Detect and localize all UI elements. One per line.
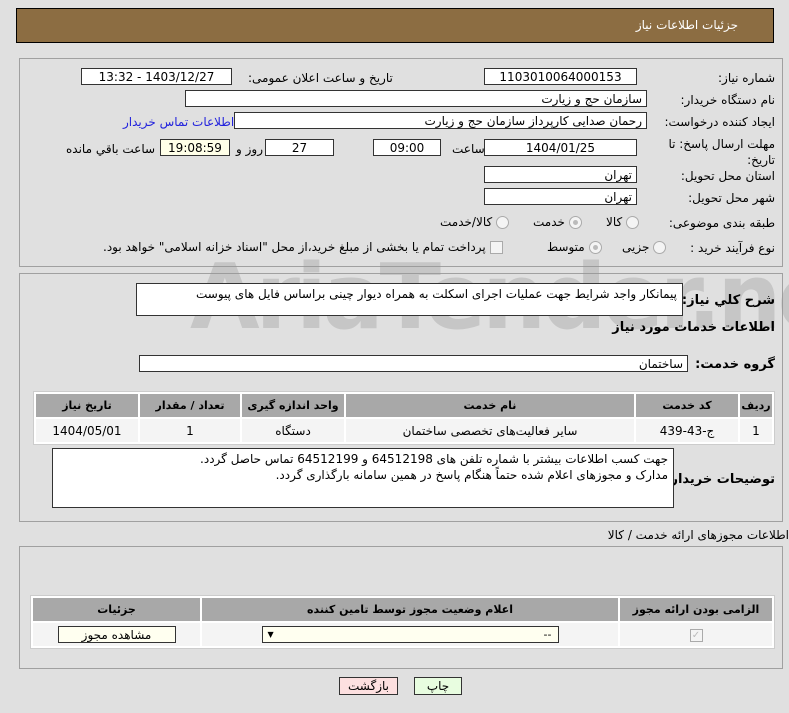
table-row: 1 ج-43-439 سایر فعالیت‌های تخصصی ساختمان…: [36, 419, 772, 442]
cell-code: ج-43-439: [636, 419, 738, 442]
back-button[interactable]: بازگشت: [339, 677, 398, 695]
col-required: الزامی بودن ارائه مجوز: [620, 598, 772, 621]
col-date: تاریخ نیاز: [36, 394, 138, 417]
announce-field: 1403/12/27 - 13:32: [81, 68, 232, 85]
required-checkbox: ✓: [620, 623, 772, 646]
deadline-date-field: 1404/01/25: [484, 139, 637, 156]
buyer-contact-link[interactable]: اطلاعات تماس خریدار: [123, 115, 234, 129]
service-group-label: گروه خدمت:: [695, 357, 775, 372]
cell-name: سایر فعالیت‌های تخصصی ساختمان: [346, 419, 634, 442]
city-field: تهران: [484, 188, 637, 205]
col-code: کد خدمت: [636, 394, 738, 417]
category-both-radio[interactable]: کالا/خدمت: [440, 215, 510, 229]
creator-label: ایجاد کننده درخواست:: [664, 115, 775, 129]
col-details: جزئیات: [33, 598, 200, 621]
province-label: استان محل تحویل:: [680, 169, 775, 183]
process-medium-radio[interactable]: متوسط: [547, 240, 602, 254]
need-number-field: 1103010064000153: [484, 68, 637, 85]
treasury-payment-checkbox[interactable]: پرداخت تمام یا بخشی از مبلغ خرید،از محل …: [103, 240, 503, 254]
process-small-radio[interactable]: جزیی: [622, 240, 667, 254]
col-name: نام خدمت: [346, 394, 634, 417]
days-label: روز و: [236, 142, 263, 156]
category-kala-radio[interactable]: کالا: [606, 215, 640, 229]
chevron-down-icon: ▼: [267, 630, 274, 639]
need-number-label: شماره نیاز:: [718, 71, 775, 85]
permits-section-title: اطلاعات مجوزهای ارائه خدمت / کالا: [607, 528, 789, 542]
col-unit: واحد اندازه گیری: [242, 394, 344, 417]
buyer-notes-label: توضیحات خریدار:: [665, 472, 775, 487]
table-row: ✓ -- ▼ مشاهده مجوز: [33, 623, 772, 646]
view-permit-button[interactable]: مشاهده مجوز: [57, 626, 176, 643]
remaining-label: ساعت باقي مانده: [66, 142, 156, 156]
city-label: شهر محل تحویل:: [688, 191, 775, 205]
page-title: جزئیات اطلاعات نیاز: [635, 18, 738, 32]
permits-table: الزامی بودن ارائه مجوز اعلام وضعیت مجوز …: [30, 595, 775, 649]
services-table: ردیف کد خدمت نام خدمت واحد اندازه گیری ت…: [33, 391, 775, 445]
description-textarea[interactable]: پیمانکار واجد شرایط جهت عملیات اجرای اسک…: [136, 283, 683, 316]
buyer-org-label: نام دستگاه خریدار:: [680, 93, 776, 107]
category-khedmat-radio[interactable]: خدمت: [533, 215, 582, 229]
category-label: طبقه بندی موضوعی:: [668, 216, 775, 230]
deadline-label: مهلت ارسال پاسخ: تا تاریخ:: [668, 137, 775, 167]
col-row: ردیف: [740, 394, 772, 417]
buyer-org-field: سازمان حج و زیارت: [185, 90, 647, 107]
services-heading: اطلاعات خدمات مورد نیاز: [612, 320, 775, 335]
table-header: ردیف کد خدمت نام خدمت واحد اندازه گیری ت…: [36, 394, 772, 417]
cell-qty: 1: [140, 419, 240, 442]
status-cell: -- ▼: [202, 623, 618, 646]
page-header: جزئیات اطلاعات نیاز: [16, 8, 774, 43]
time-label: ساعت: [452, 142, 485, 156]
description-label: شرح کلي نیاز:: [681, 293, 775, 308]
buyer-notes-textarea[interactable]: جهت کسب اطلاعات بیشتر با شماره تلفن های …: [52, 448, 674, 508]
details-cell: مشاهده مجوز: [33, 623, 200, 646]
creator-field: رحمان صدایی کارپرداز سازمان حج و زیارت: [234, 112, 647, 129]
print-button[interactable]: چاپ: [414, 677, 462, 695]
service-group-field: ساختمان: [139, 355, 688, 372]
announce-label: تاریخ و ساعت اعلان عمومی:: [248, 71, 393, 85]
province-field: تهران: [484, 166, 637, 183]
cell-date: 1404/05/01: [36, 419, 138, 442]
table-header: الزامی بودن ارائه مجوز اعلام وضعیت مجوز …: [33, 598, 772, 621]
deadline-time-field: 09:00: [373, 139, 441, 156]
col-status: اعلام وضعیت مجوز توسط تامین کننده: [202, 598, 618, 621]
cell-unit: دستگاه: [242, 419, 344, 442]
process-label: نوع فرآیند خرید :: [690, 241, 775, 255]
permit-status-select[interactable]: -- ▼: [261, 626, 559, 643]
remaining-time-field: 19:08:59: [160, 139, 230, 156]
cell-row: 1: [740, 419, 772, 442]
col-qty: تعداد / مقدار: [140, 394, 240, 417]
days-field: 27: [265, 139, 334, 156]
